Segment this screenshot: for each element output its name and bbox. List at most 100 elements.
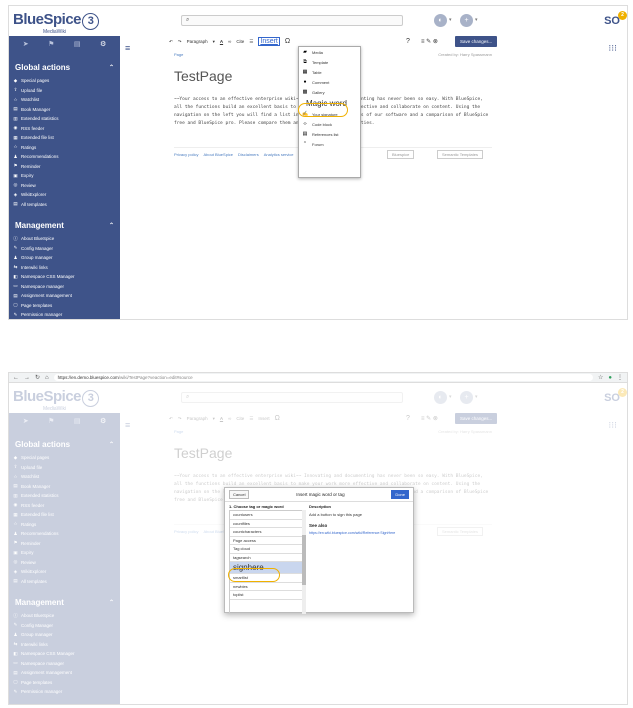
cancel-button[interactable]: Cancel: [229, 490, 250, 499]
list-scrollbar[interactable]: [302, 510, 306, 614]
search-input[interactable]: ⌕: [181, 15, 403, 26]
sidebar: ➤ ⚑ ▤ ⚙ Global actions ⌃ ◆Special pages ⇧Upl…: [9, 36, 120, 319]
menu-item-media[interactable]: ▰ Media: [299, 47, 360, 57]
insert-button[interactable]: Insert: [258, 37, 280, 46]
link-icon[interactable]: ∞: [228, 39, 231, 44]
sidebar-item[interactable]: ♟Recommendations: [9, 152, 120, 162]
footer-link[interactable]: About BlueSpice: [203, 152, 233, 157]
menu-item-references[interactable]: ▤ References list: [299, 129, 360, 139]
sidebar-item-icon: ✎: [13, 311, 18, 317]
list-item[interactable]: Page access: [230, 537, 305, 545]
scrollbar-thumb[interactable]: [302, 535, 306, 585]
sidebar-item[interactable]: ☆Ratings: [9, 143, 120, 153]
browser-menu-icon[interactable]: ⋮: [617, 374, 623, 381]
list-icon[interactable]: ☰: [249, 39, 253, 45]
footer-link[interactable]: Privacy policy: [174, 152, 198, 157]
apps-grid-icon[interactable]: ⁝⁝⁝: [608, 43, 617, 54]
sidebar-item[interactable]: ◎Review: [9, 181, 120, 191]
menu-item-table[interactable]: ▦ Table: [299, 67, 360, 77]
sidebar-item[interactable]: ◉RSS feeder: [9, 124, 120, 134]
book-icon[interactable]: ▤: [74, 40, 81, 48]
sidebar-item[interactable]: ◆Special pages: [9, 76, 120, 86]
footer-link[interactable]: Disclaimers: [238, 152, 259, 157]
forward-icon[interactable]: →: [24, 375, 30, 381]
chevron-up-icon[interactable]: ⌃: [109, 222, 114, 229]
breadcrumb[interactable]: Page: [174, 52, 183, 62]
see-also-link[interactable]: https://en.wiki.bluespice.com/wiki/Refer…: [309, 531, 411, 535]
tag-list[interactable]: countusers countfiles countcharacters Pa…: [229, 510, 306, 614]
menu-item-comment[interactable]: ● Comment: [299, 77, 360, 87]
menu-item-template[interactable]: ⧉ Template: [299, 57, 360, 67]
menu-item-code-block[interactable]: ‹› Code block: [299, 119, 360, 129]
format-dropdown[interactable]: Paragraph: [187, 39, 208, 44]
home-icon[interactable]: ⌂: [45, 375, 49, 381]
list-item[interactable]: toplist: [230, 591, 305, 600]
sidebar-item[interactable]: ▦Extended file list: [9, 133, 120, 143]
bookmark-star-icon[interactable]: ☆: [598, 374, 603, 381]
gear-icon[interactable]: ⚙: [100, 40, 106, 48]
sidebar-item[interactable]: ⇆Interwiki links: [9, 263, 120, 273]
bookmark-icon[interactable]: ⚑: [48, 40, 54, 48]
sidebar-item[interactable]: ⓘAbout BlueSpice: [9, 234, 120, 244]
dialog-title: Insert magic word or tag: [296, 492, 345, 497]
semantic-templates-badge[interactable]: Semantic Templates: [437, 150, 483, 159]
sidebar-item[interactable]: ▥Extended statistics: [9, 114, 120, 124]
undo-icon[interactable]: ↶: [169, 39, 173, 45]
footer-link[interactable]: Analytics service: [264, 152, 294, 157]
list-item[interactable]: newbies: [230, 583, 305, 591]
list-item[interactable]: countusers: [230, 511, 305, 520]
sidebar-item[interactable]: ◈WikiExplorer: [9, 190, 120, 200]
global-actions-header[interactable]: Global actions ⌃: [9, 59, 120, 76]
sidebar-item[interactable]: ▤Book Manager: [9, 105, 120, 115]
text-style-icon[interactable]: A: [220, 39, 223, 44]
bluespice-badge[interactable]: Bluespice: [387, 150, 415, 159]
sidebar-item[interactable]: ▤All templates: [9, 200, 120, 210]
sidebar-item[interactable]: ⚑Reminder: [9, 162, 120, 172]
help-button[interactable]: ?: [406, 38, 410, 45]
extension-icon[interactable]: ●: [608, 375, 612, 381]
sidebar-item-icon: ◎: [13, 182, 18, 188]
save-changes-button[interactable]: Save changes...: [455, 36, 498, 47]
page-options-icon[interactable]: ≡ ✎ ⊗: [421, 38, 438, 45]
avatar[interactable]: SO2: [604, 11, 627, 27]
sidebar-item[interactable]: ✎Permission manager: [9, 310, 120, 319]
sidebar-item[interactable]: ▤Assignment management: [9, 291, 120, 301]
plus-icon[interactable]: +: [460, 14, 473, 27]
redo-icon[interactable]: ↷: [178, 39, 182, 45]
sidebar-item-icon: ♟: [13, 153, 18, 159]
hamburger-icon[interactable]: ≡: [125, 43, 130, 53]
logo[interactable]: BlueSpice3MediaWiki: [9, 12, 109, 35]
cite-button[interactable]: Cite: [236, 39, 244, 44]
menu-item-gallery[interactable]: ▩ Gallery: [299, 87, 360, 97]
sidebar-item[interactable]: ✎Config Manager: [9, 244, 120, 254]
special-character-button[interactable]: Ω: [285, 38, 290, 45]
list-item[interactable]: Tag cloud: [230, 545, 305, 554]
list-item[interactable]: tagsearch: [230, 554, 305, 562]
compass-icon[interactable]: ◐: [434, 14, 447, 27]
sidebar-item[interactable]: ▢Page templates: [9, 301, 120, 311]
sidebar-item-label: Namespace manager: [21, 283, 65, 289]
sidebar-item-icon: ◧: [13, 273, 18, 279]
chevron-up-icon[interactable]: ⌃: [109, 64, 114, 71]
sidebar-item-icon: ♟: [13, 254, 18, 260]
menu-item-forum[interactable]: ⌃ Forum: [299, 139, 360, 149]
list-item[interactable]: countfiles: [230, 520, 305, 528]
list-item[interactable]: countcharacters: [230, 528, 305, 537]
sidebar-item[interactable]: ⇧Upload file: [9, 86, 120, 96]
chevron-down-icon[interactable]: ▾: [475, 17, 478, 23]
management-header[interactable]: Management ⌃: [9, 217, 120, 234]
sidebar-item[interactable]: ♟Group manager: [9, 253, 120, 263]
done-button[interactable]: Done: [391, 490, 409, 499]
reload-icon[interactable]: ↻: [35, 374, 40, 381]
sidebar-item[interactable]: ◧Namespace CSS Manager: [9, 272, 120, 282]
address-bar[interactable]: https://en.demo.bluespice.com/wiki/TestP…: [53, 374, 593, 381]
sidebar-item[interactable]: ▣Expiry: [9, 171, 120, 181]
back-icon[interactable]: ←: [13, 375, 19, 381]
navigation-icon[interactable]: ➤: [23, 40, 29, 48]
notification-badge[interactable]: 2: [618, 11, 627, 20]
menu-item-label: Forum: [312, 141, 324, 147]
sidebar-item[interactable]: ▭Namespace manager: [9, 282, 120, 292]
chevron-down-icon[interactable]: ▾: [449, 17, 452, 23]
chevron-down-icon[interactable]: ▾: [213, 39, 215, 45]
sidebar-item[interactable]: ☆Watchlist: [9, 95, 120, 105]
